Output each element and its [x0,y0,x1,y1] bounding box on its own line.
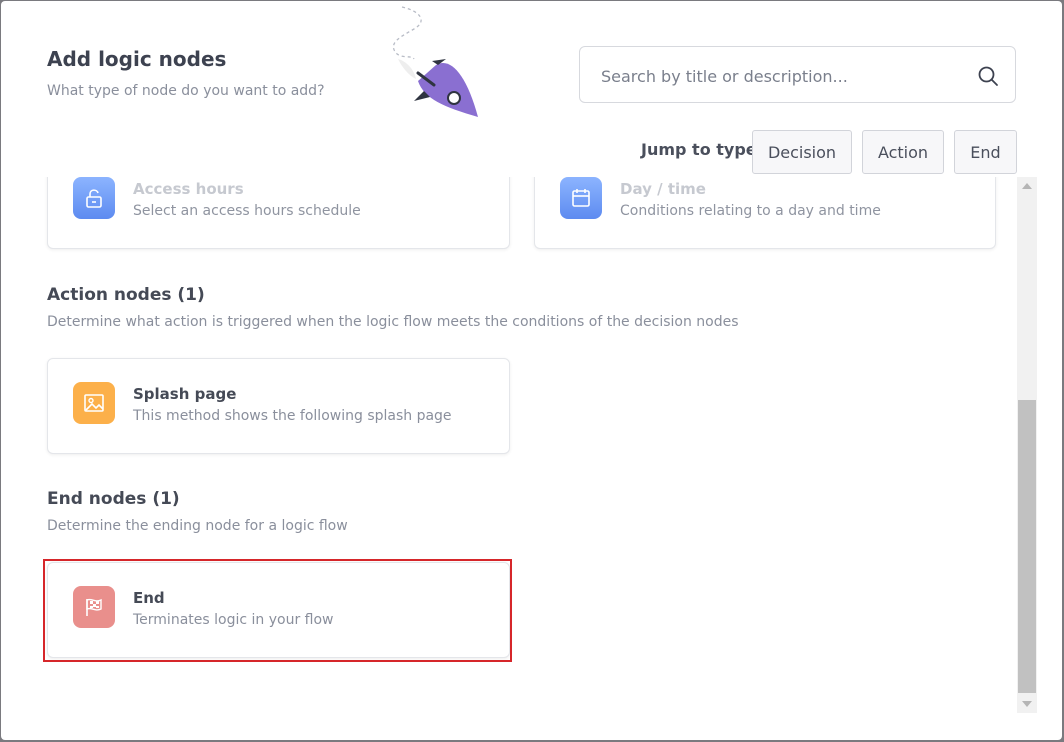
node-card-day-time[interactable]: Day / time Conditions relating to a day … [534,177,996,249]
jump-action-button[interactable]: Action [862,130,944,174]
node-icon-box [560,177,602,219]
scroll-thumb[interactable] [1018,400,1036,693]
node-title: Day / time [620,180,706,198]
scroll-up-arrow-icon[interactable] [1022,183,1032,189]
node-description: Select an access hours schedule [133,203,361,219]
node-icon-box [73,382,115,424]
jump-to-type-label: Jump to type [641,140,757,159]
page-title: Add logic nodes [47,47,227,71]
page-subtitle: What type of node do you want to add? [47,83,325,99]
calendar-icon [572,189,590,207]
node-icon-box [73,177,115,219]
jump-end-button[interactable]: End [954,130,1017,174]
rocket-icon [392,6,478,117]
jump-decision-button[interactable]: Decision [752,130,852,174]
section-title-action: Action nodes (1) [47,285,205,305]
add-logic-nodes-modal: Add logic nodes What type of node do you… [1,1,1062,740]
unlocked-padlock-icon [86,189,102,208]
scroll-down-arrow-icon[interactable] [1022,701,1032,707]
image-icon [84,394,104,412]
scrollbar[interactable] [1017,177,1037,713]
search-icon[interactable] [977,65,999,87]
search-input[interactable] [599,61,963,91]
section-title-end: End nodes (1) [47,489,180,509]
selection-highlight [43,559,512,662]
node-title: Splash page [133,385,237,403]
node-title: Access hours [133,180,244,198]
search-box[interactable] [579,46,1016,103]
node-description: This method shows the following splash p… [133,408,452,424]
node-description: Conditions relating to a day and time [620,203,881,219]
section-description-action: Determine what action is triggered when … [47,314,739,330]
node-card-splash-page[interactable]: Splash page This method shows the follow… [47,358,510,454]
section-description-end: Determine the ending node for a logic fl… [47,518,348,534]
node-card-access-hours[interactable]: Access hours Select an access hours sche… [47,177,510,249]
